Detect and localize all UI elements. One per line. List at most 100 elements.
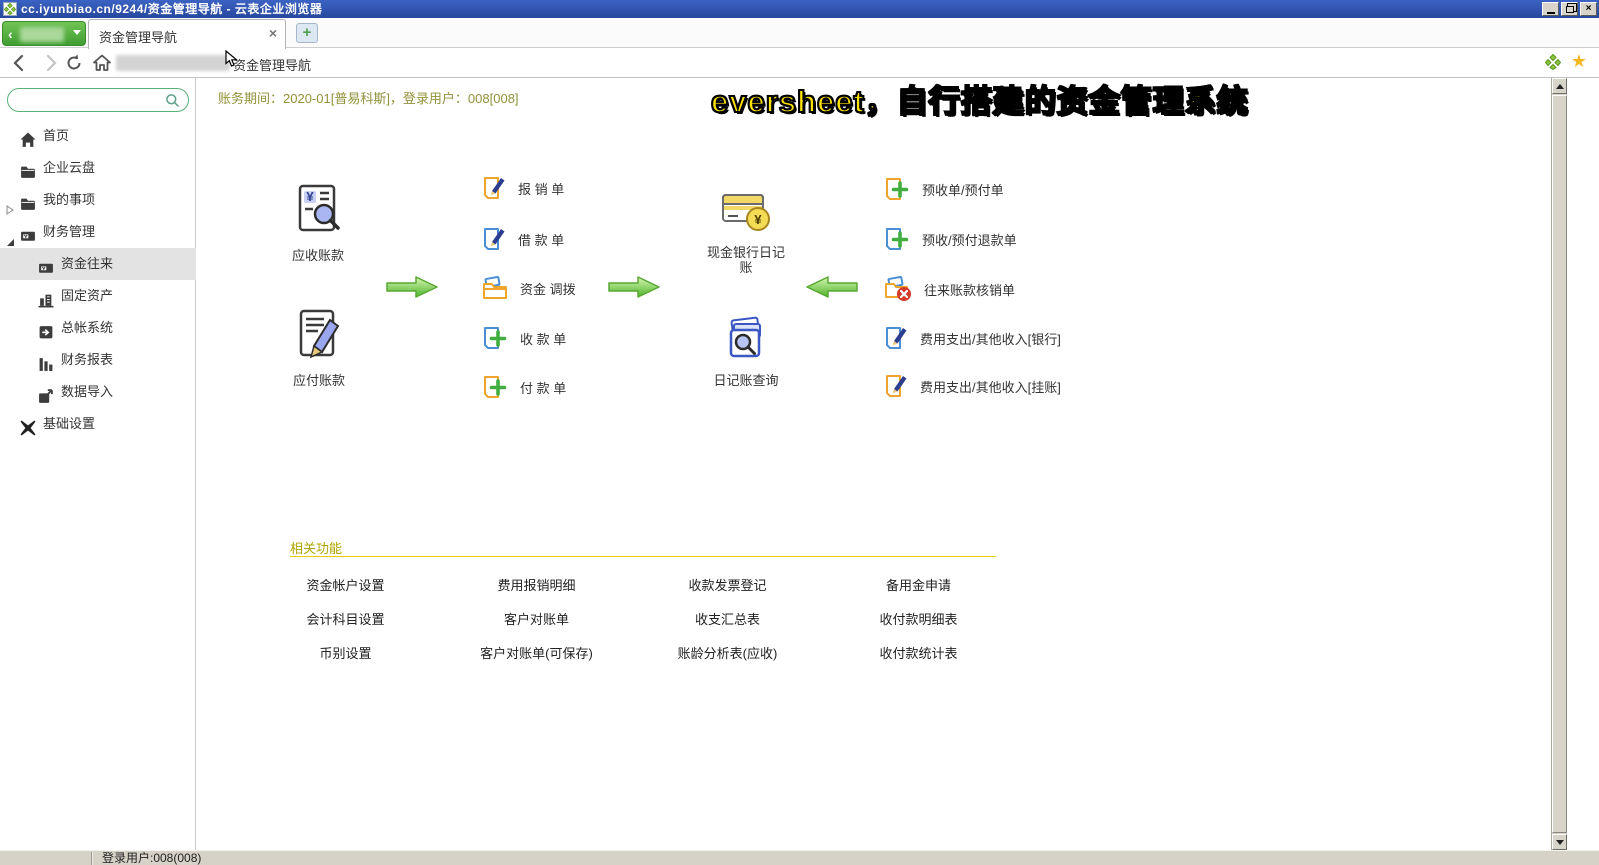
status-cell-empty xyxy=(0,852,93,865)
flow-arrow-left-icon xyxy=(806,276,858,298)
app-logo-icon xyxy=(3,2,17,16)
forward-icon[interactable] xyxy=(40,53,60,73)
address-bar-blurred[interactable] xyxy=(116,55,230,71)
payable-doc-icon xyxy=(299,309,340,359)
related-link[interactable]: 收付款统计表 xyxy=(823,644,1014,664)
sidebar-item-fixed-assets[interactable]: 固定资产 xyxy=(0,280,196,312)
related-link[interactable]: 费用报销明细 xyxy=(441,576,632,596)
search-input[interactable] xyxy=(20,91,165,109)
navigation-bar: 资金管理导航 ★ xyxy=(0,48,1599,78)
scrollbar-thumb[interactable] xyxy=(1552,95,1567,833)
flow-item-loan-form[interactable]: 借 款 单 xyxy=(482,225,564,253)
flow-item-payment-form[interactable]: 付 款 单 xyxy=(482,373,566,401)
doc-pen-blue-icon xyxy=(484,228,505,250)
folder-transfer-icon xyxy=(483,276,507,299)
flow-item-advance-receipt-payment[interactable]: 预收单/预付单 xyxy=(884,175,1004,203)
flow-item-account-write-off[interactable]: 往来账款核销单 xyxy=(884,275,1015,303)
flow-node-accounts-receivable[interactable]: ¥ 应收账款 xyxy=(280,183,356,263)
sidebar-item-fund-transactions[interactable]: 资金往来 xyxy=(0,248,196,280)
journal-search-icon xyxy=(729,316,761,358)
flow-node-label: 现金银行日记账 xyxy=(706,245,785,275)
bank-card-icon: ¥ xyxy=(722,194,770,231)
doc-pen-orange-icon xyxy=(886,375,907,397)
related-link[interactable]: 收支汇总表 xyxy=(632,610,823,630)
status-bar: 登录用户:008(008) xyxy=(0,850,1599,865)
period-info: 账务期间：2020-01[普易科斯]，登录用户：008[008] xyxy=(218,91,519,106)
site-logo-icon[interactable] xyxy=(1544,53,1562,75)
related-link[interactable]: 备用金申请 xyxy=(823,576,1014,596)
restore-button[interactable] xyxy=(1561,2,1578,16)
doc-pen-orange-icon xyxy=(484,177,505,199)
refresh-icon[interactable] xyxy=(64,53,84,73)
mouse-cursor xyxy=(225,49,239,73)
window-title: cc.iyunbiao.cn/9244/资金管理导航 - 云表企业浏览器 xyxy=(21,2,323,16)
related-link[interactable]: 会计科目设置 xyxy=(250,610,441,630)
related-link[interactable]: 资金帐户设置 xyxy=(250,576,441,596)
tab-bar: ‹ 资金管理导航 × + xyxy=(0,18,1599,49)
tab-title: 资金管理导航 xyxy=(99,30,178,45)
scroll-down-button[interactable] xyxy=(1552,834,1567,850)
sidebar-item-my-matters[interactable]: 我的事项 xyxy=(0,184,196,216)
sidebar-item-data-import[interactable]: 数据导入 xyxy=(0,376,196,408)
blurred-label xyxy=(20,27,64,42)
status-login-user: 登录用户:008(008) xyxy=(102,851,202,865)
chevron-left-icon: ‹ xyxy=(8,26,13,42)
receivable-doc-icon: ¥ xyxy=(298,184,340,232)
flow-node-accounts-payable[interactable]: 应付账款 xyxy=(281,308,357,388)
dropdown-arrow-icon xyxy=(73,30,81,35)
flow-node-label: 日记账查询 xyxy=(713,373,779,388)
vertical-scrollbar[interactable] xyxy=(1551,78,1567,850)
doc-plus-orange-icon xyxy=(484,376,507,398)
related-functions-grid: 资金帐户设置 费用报销明细 收款发票登记 备用金申请 会计科目设置 客户对账单 … xyxy=(250,576,1014,664)
doc-plus-blue-icon xyxy=(484,327,507,349)
folder-cancel-icon xyxy=(885,276,911,301)
scroll-up-button[interactable] xyxy=(1552,78,1567,94)
flow-item-expense-claim[interactable]: 报 销 单 xyxy=(482,174,564,202)
doc-plus-blue-icon xyxy=(886,228,909,250)
related-link[interactable]: 收付款明细表 xyxy=(823,610,1014,630)
related-link[interactable]: 币别设置 xyxy=(250,644,441,664)
svg-text:¥: ¥ xyxy=(306,189,314,204)
favorite-star-icon[interactable]: ★ xyxy=(1571,51,1587,72)
address-page-title: 资金管理导航 xyxy=(233,58,312,73)
sidebar-item-financial-reports[interactable]: 财务报表 xyxy=(0,344,196,376)
related-functions-divider xyxy=(290,556,996,557)
home-icon[interactable] xyxy=(92,53,112,73)
flow-item-receipt-form[interactable]: 收 款 单 xyxy=(482,324,566,352)
doc-pen-blue-icon xyxy=(886,327,907,349)
back-icon[interactable] xyxy=(10,53,30,73)
sidebar-item-cloud-disk[interactable]: 企业云盘 xyxy=(0,152,196,184)
flow-node-cash-bank-journal[interactable]: ¥ 现金银行日记账 xyxy=(696,192,796,275)
search-icon xyxy=(165,93,180,113)
flow-item-expense-income-credit[interactable]: 费用支出/其他收入[挂账] xyxy=(884,372,1061,400)
related-link[interactable]: 客户对账单 xyxy=(441,610,632,630)
browser-menu-button[interactable]: ‹ xyxy=(2,21,86,46)
flow-arrow-right-icon xyxy=(386,276,438,298)
close-button[interactable]: × xyxy=(1580,2,1597,16)
sidebar-item-general-ledger[interactable]: 总帐系统 xyxy=(0,312,196,344)
video-caption-overlay: eversheet，自行搭建的资金管理系统 xyxy=(710,83,1249,120)
sidebar-menu: 首页 企业云盘 我的事项 财务管理 资金往来 固定资产 总帐系统 财务报表 数据… xyxy=(0,120,196,440)
svg-text:¥: ¥ xyxy=(754,212,762,227)
sidebar-item-basic-settings[interactable]: 基础设置 xyxy=(0,408,196,440)
related-link[interactable]: 收款发票登记 xyxy=(632,576,823,596)
tab-fund-navigation[interactable]: 资金管理导航 × xyxy=(88,19,286,49)
flow-node-label: 应收账款 xyxy=(291,248,344,263)
minimize-button[interactable] xyxy=(1542,2,1559,16)
related-link[interactable]: 客户对账单(可保存) xyxy=(441,644,632,664)
flow-node-journal-query[interactable]: 日记账查询 xyxy=(698,316,794,388)
related-link[interactable]: 账龄分析表(应收) xyxy=(632,644,823,664)
flow-item-advance-refund[interactable]: 预收/预付退款单 xyxy=(884,225,1017,253)
new-tab-button[interactable]: + xyxy=(296,23,318,43)
flow-node-label: 应付账款 xyxy=(292,373,345,388)
sidebar-search[interactable] xyxy=(7,88,189,112)
settings-icon xyxy=(20,416,36,448)
window-titlebar: cc.iyunbiao.cn/9244/资金管理导航 - 云表企业浏览器 × xyxy=(0,0,1599,18)
tab-close-icon[interactable]: × xyxy=(269,25,277,41)
flow-item-expense-income-bank[interactable]: 费用支出/其他收入[银行] xyxy=(884,324,1061,352)
sidebar-item-home[interactable]: 首页 xyxy=(0,120,196,152)
sidebar-item-finance-management[interactable]: 财务管理 xyxy=(0,216,196,248)
sidebar: 首页 企业云盘 我的事项 财务管理 资金往来 固定资产 总帐系统 财务报表 数据… xyxy=(0,78,196,850)
doc-plus-orange-icon xyxy=(886,178,909,200)
flow-item-fund-transfer[interactable]: 资金 调拨 xyxy=(482,274,576,302)
